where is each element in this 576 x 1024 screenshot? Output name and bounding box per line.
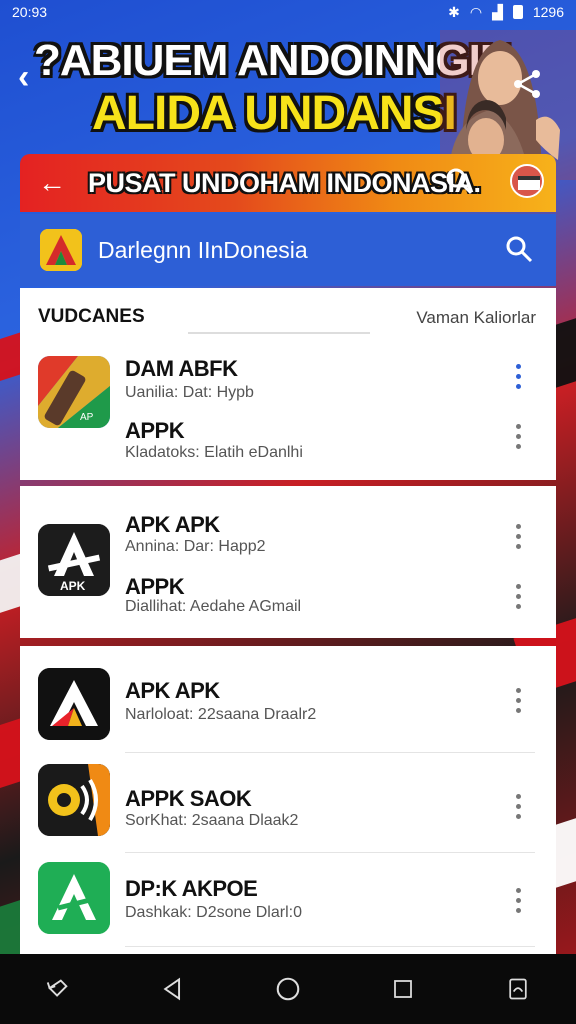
recents-square-icon[interactable] [383,969,423,1009]
search-bar-text: Darlegnn IInDonesia [98,236,308,263]
list-item-subtitle: Narloloat: 22saana Draalr2 [125,706,317,723]
app-list-card: APK APK APK Annina: Dar: Happ2 APPK Dial… [20,486,556,638]
home-circle-icon[interactable] [268,969,308,1009]
avatar[interactable] [510,164,544,198]
divider [125,752,535,753]
app-list-card: APK APK Narloloat: 22saana Draalr2 APPK … [20,646,556,954]
app-icon-apk-red[interactable] [38,668,110,740]
bluetooth-icon: ✱ [448,3,460,20]
list-item-title: DAM ABFK [125,356,238,381]
section-right-label[interactable]: Vaman Kaliorlar [416,308,536,328]
app-icon-green[interactable] [38,862,110,934]
more-vert-icon[interactable] [512,364,524,389]
share-icon[interactable] [510,66,546,102]
list-item-title: APPK [125,574,185,599]
more-vert-icon[interactable] [512,584,524,609]
app-icon-audio[interactable] [38,764,110,836]
more-vert-icon[interactable] [512,524,524,549]
battery-icon [512,5,523,19]
search-icon[interactable] [504,234,534,264]
banner-line-2: ALIDA UNDANSI ? [92,87,498,140]
app-icon-label: APK [60,579,86,593]
list-item-title: DP:K AKPOE [125,876,258,901]
list-item-title: APPK [125,418,185,443]
list-item-title: APK APK [125,512,220,537]
list-item-subtitle: Dashkak: D2sone Dlarl:0 [125,904,302,921]
more-vert-icon[interactable] [512,688,524,713]
wifi-icon: ◠ [469,3,483,20]
system-nav-bar [0,954,576,1024]
list-item-subtitle: Diallihat: Aedahe AGmail [125,598,302,615]
app-icon-apk[interactable]: APK [38,524,110,596]
status-icons: ✱ ◠ ▟ 1296 [448,4,564,21]
app-logo-icon [40,229,82,271]
list-item-subtitle: Kladatoks: Elatih eDanlhi [125,444,303,461]
divider [188,332,370,334]
back-arrow-icon[interactable]: ‹ [18,58,29,97]
status-right-time: 1296 [532,4,564,20]
promo-banner: ‹ ?ABIUEM ANDOINNGIN ALIDA UNDANSI ? [0,24,576,180]
app-header-title: PUSAT UNDOHAM INDONASIA. [88,167,481,198]
more-vert-icon[interactable] [512,888,524,913]
status-time: 20:93 [12,4,48,20]
app-icon-label: AP [80,412,94,423]
list-item-title: APK APK [125,678,220,703]
signal-icon: ▟ [492,3,503,20]
status-bar: 20:93 ✱ ◠ ▟ 1296 [0,0,576,24]
back-arrow-icon[interactable]: ← [38,167,74,199]
more-vert-icon[interactable] [512,424,524,449]
list-item-title: APPK SAOK [125,786,252,811]
app-header: ← PUSAT UNDOHAM INDONASIA. [20,154,556,212]
app-list-card: VUDCANES Vaman Kaliorlar AP DAM ABFK Uan… [20,288,556,480]
back-triangle-icon[interactable] [153,969,193,1009]
list-item-subtitle: SorKhat: 2saana Dlaak2 [125,812,299,829]
search-bar[interactable]: Darlegnn IInDonesia [20,214,556,286]
divider [125,946,535,947]
divider [125,852,535,853]
more-vert-icon[interactable] [512,794,524,819]
screenshot-icon[interactable] [498,969,538,1009]
app-icon-maps[interactable]: AP [38,356,110,428]
rotate-icon[interactable] [38,969,78,1009]
list-item-subtitle: Uanilia: Dat: Hypb [125,384,254,401]
search-icon[interactable] [444,166,474,196]
section-title: VUDCANES [38,306,145,327]
list-item-subtitle: Annina: Dar: Happ2 [125,538,266,555]
